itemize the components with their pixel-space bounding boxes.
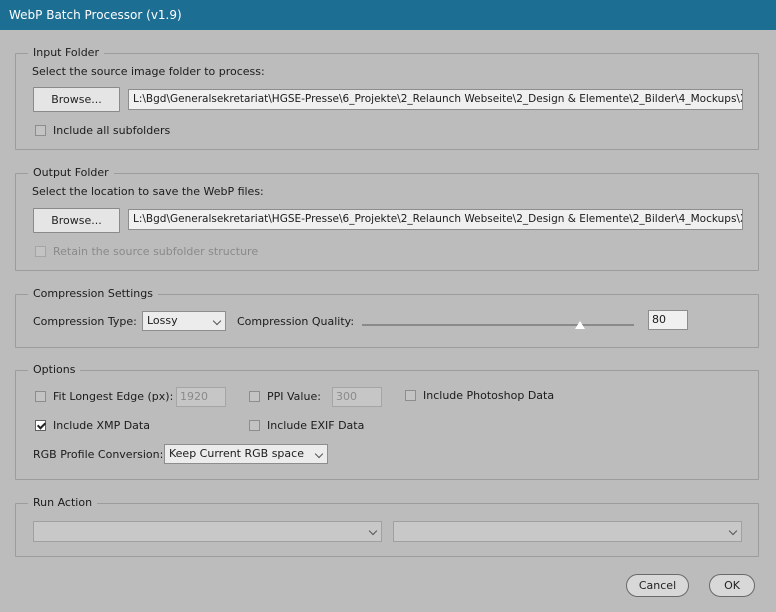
compression-type-dropdown[interactable]: Lossy [142,311,226,331]
fit-longest-edge-label: Fit Longest Edge (px): [53,390,174,403]
compression-quality-label: Compression Quality: [237,315,355,328]
exif-data-label: Include EXIF Data [267,419,365,432]
include-subfolders-label: Include all subfolders [53,124,171,137]
title-bar[interactable]: WebP Batch Processor (v1.9) [0,0,776,30]
rgb-profile-dropdown[interactable]: Keep Current RGB space [164,444,328,464]
ppi-input[interactable]: 300 [332,387,382,407]
slider-thumb[interactable] [574,321,585,329]
input-folder-legend: Input Folder [28,45,104,61]
compression-settings-group: Compression Settings Compression Type: L… [15,286,759,348]
run-action-legend: Run Action [28,495,98,511]
xmp-data-checkbox[interactable] [35,420,46,431]
compression-settings-legend: Compression Settings [28,286,158,302]
chevron-down-icon [728,526,738,536]
options-legend: Options [28,362,81,378]
compression-type-value: Lossy [147,314,178,327]
input-folder-group: Input Folder Select the source image fol… [15,45,759,150]
chevron-down-icon [314,449,324,459]
output-folder-legend: Output Folder [28,165,114,181]
cancel-button[interactable]: Cancel [626,574,689,597]
chevron-down-icon [212,316,222,326]
output-folder-path-field[interactable]: L:\Bgd\Generalsekretariat\HGSE-Presse\6_… [128,209,743,230]
output-folder-instruction: Select the location to save the WebP fil… [32,185,264,198]
action-set-dropdown[interactable] [33,521,382,542]
xmp-data-label: Include XMP Data [53,419,150,432]
options-group: Options Fit Longest Edge (px): 1920 PPI … [15,362,759,480]
fit-longest-edge-input[interactable]: 1920 [176,387,226,407]
output-browse-button[interactable]: Browse... [33,208,120,233]
include-subfolders-checkbox[interactable] [35,125,46,136]
compression-quality-input[interactable]: 80 [648,310,688,330]
compression-quality-slider[interactable] [362,324,634,326]
compression-type-label: Compression Type: [33,315,137,328]
rgb-profile-value: Keep Current RGB space [169,447,304,460]
exif-data-checkbox[interactable] [249,420,260,431]
retain-structure-checkbox[interactable] [35,246,46,257]
action-dropdown[interactable] [393,521,742,542]
ppi-label: PPI Value: [267,390,321,403]
ppi-checkbox[interactable] [249,391,260,402]
output-folder-group: Output Folder Select the location to sav… [15,165,759,271]
photoshop-data-label: Include Photoshop Data [423,389,555,402]
fit-longest-edge-checkbox[interactable] [35,391,46,402]
run-action-group: Run Action [15,495,759,557]
rgb-profile-label: RGB Profile Conversion: [33,448,164,461]
chevron-down-icon [368,526,378,536]
window-title: WebP Batch Processor (v1.9) [9,8,182,22]
input-browse-button[interactable]: Browse... [33,87,120,112]
ok-button[interactable]: OK [709,574,755,597]
input-folder-path-field[interactable]: L:\Bgd\Generalsekretariat\HGSE-Presse\6_… [128,89,743,110]
input-folder-instruction: Select the source image folder to proces… [32,65,265,78]
retain-structure-label: Retain the source subfolder structure [53,245,259,258]
photoshop-data-checkbox[interactable] [405,390,416,401]
